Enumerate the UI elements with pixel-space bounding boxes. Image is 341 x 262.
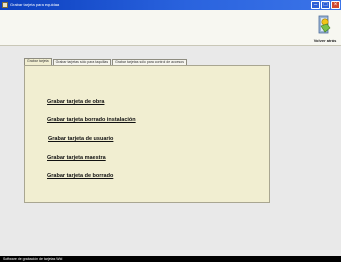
- window-title: Grabar tarjeta para equidaa: [10, 2, 60, 7]
- title-bar: Grabar tarjeta para equidaa – □ ×: [0, 0, 341, 10]
- workspace: Grabar tarjeta Grabar tarjetas sólo para…: [0, 46, 341, 257]
- status-text: Software de grabación de tarjetas Wid: [3, 257, 63, 261]
- exit-icon: [318, 15, 331, 34]
- grabar-tarjeta-usuario-link[interactable]: Grabar tarjeta de usuario: [48, 136, 113, 142]
- app-icon: [2, 2, 8, 8]
- status-bar: Software de grabación de tarjetas Wid: [0, 256, 341, 262]
- grabar-tarjeta-maestra-link[interactable]: Grabar tarjeta maestra: [47, 155, 106, 161]
- tab-grabar-tarjeta[interactable]: Grabar tarjeta: [24, 58, 52, 65]
- window-controls: – □ ×: [311, 1, 340, 9]
- grabar-tarjeta-obra-link[interactable]: Grabar tarjeta de obra: [47, 99, 104, 105]
- tab-strip: Grabar tarjeta Grabar tarjetas sólo para…: [24, 58, 188, 65]
- toolbar: Volver atrás: [0, 10, 341, 46]
- exit-button-label: Volver atrás: [313, 38, 337, 43]
- minimize-button[interactable]: –: [311, 1, 320, 9]
- maximize-button[interactable]: □: [321, 1, 330, 9]
- close-button[interactable]: ×: [331, 1, 340, 9]
- grabar-tarjeta-borrado-instalacion-link[interactable]: Grabar tarjeta borrado instalación: [47, 117, 136, 123]
- grabar-tarjeta-borrado-link[interactable]: Grabar tarjeta de borrado: [47, 173, 113, 179]
- tab-control: Grabar tarjeta Grabar tarjetas sólo para…: [24, 58, 270, 203]
- tab-panel: Grabar tarjeta de obra Grabar tarjeta bo…: [24, 65, 270, 203]
- exit-button[interactable]: Volver atrás: [309, 11, 341, 44]
